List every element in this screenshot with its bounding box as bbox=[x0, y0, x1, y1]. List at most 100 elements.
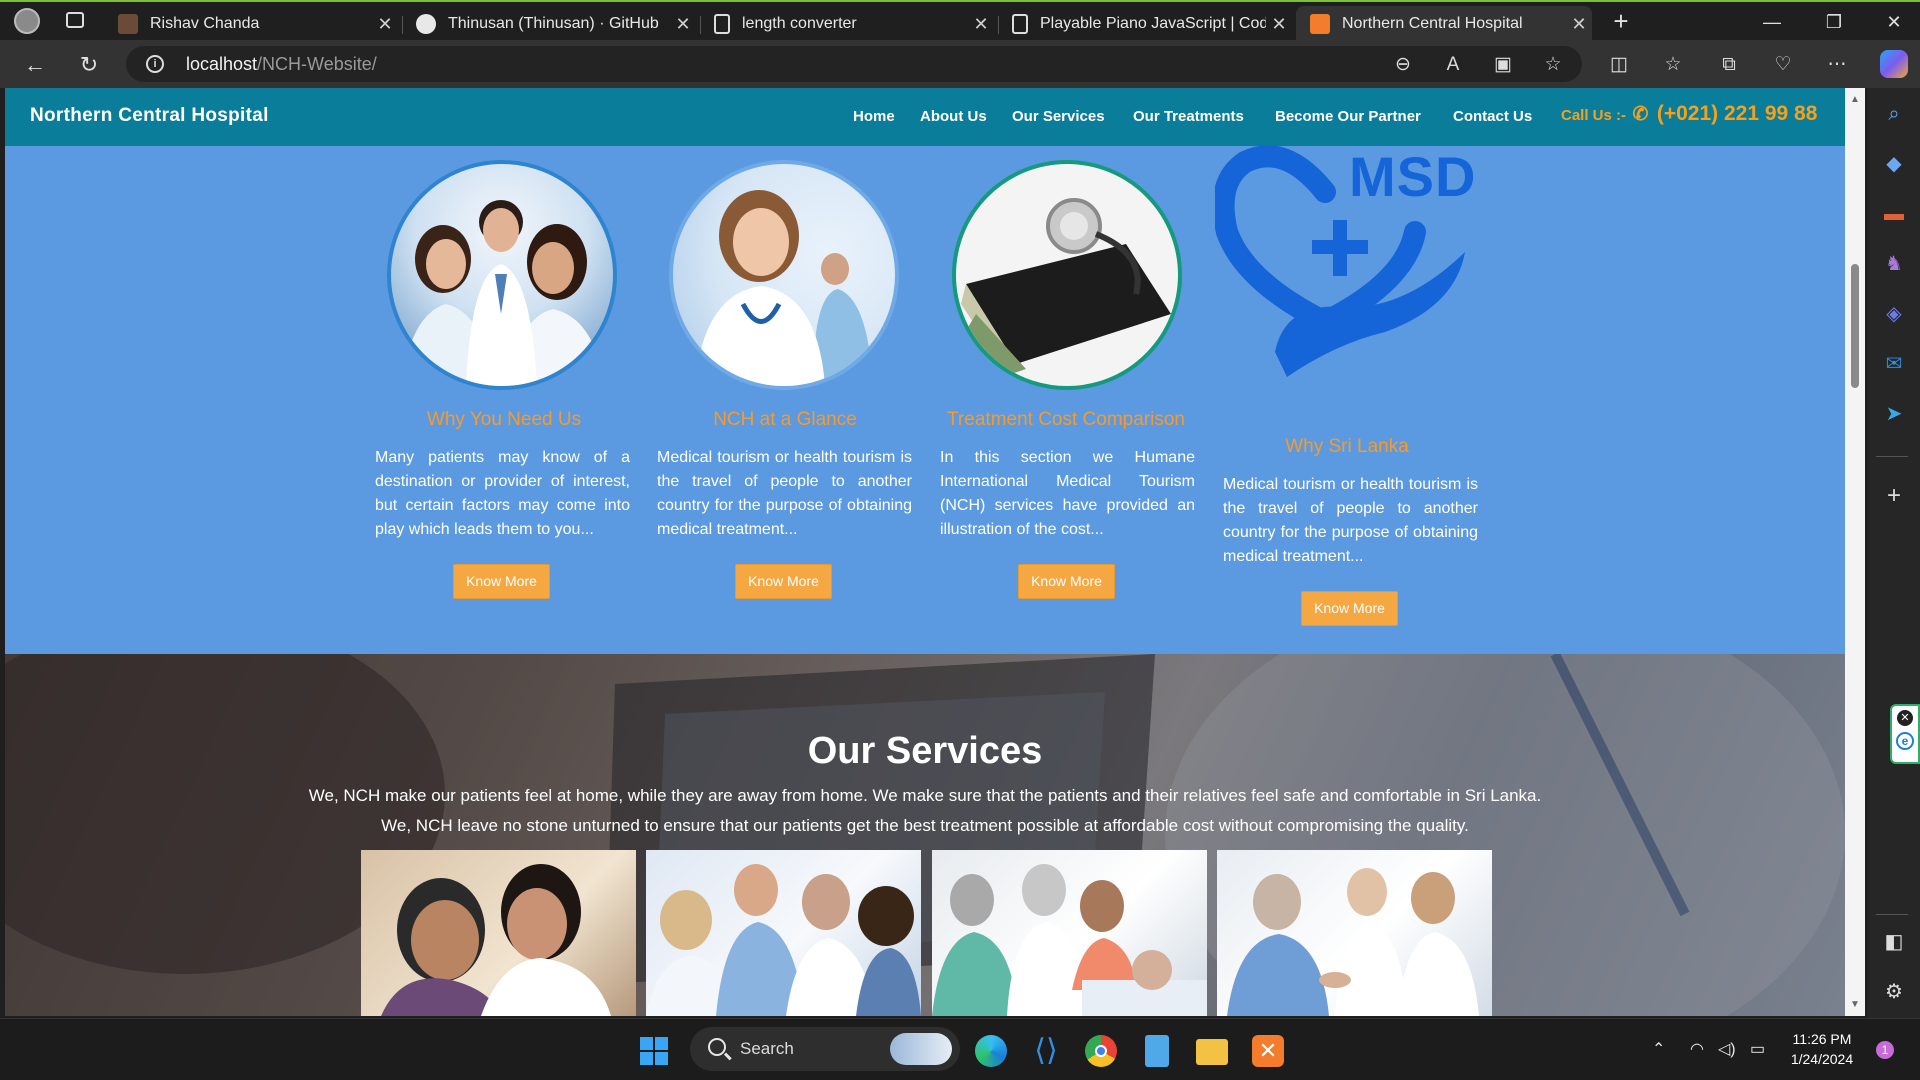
card-title[interactable]: NCH at a Glance bbox=[628, 409, 942, 431]
call-us-number: (+021) 221 99 88 bbox=[1656, 102, 1818, 125]
close-window-icon[interactable]: ✕ bbox=[1874, 8, 1914, 36]
new-tab-icon[interactable]: + bbox=[1606, 6, 1636, 36]
taskbar-search[interactable]: Search bbox=[690, 1027, 960, 1071]
search-icon[interactable]: ⌕ bbox=[1880, 100, 1908, 128]
more-menu-icon[interactable]: ⋯ bbox=[1824, 52, 1850, 78]
close-tab-icon[interactable]: ✕ bbox=[1566, 14, 1592, 35]
url-host: localhost bbox=[186, 54, 258, 74]
nav-home[interactable]: Home bbox=[853, 108, 895, 125]
tab-length-converter[interactable]: length converter ✕ bbox=[700, 6, 994, 42]
profile-photo-icon bbox=[118, 14, 138, 34]
page-icon bbox=[1012, 14, 1028, 34]
tools-icon[interactable]: ▬ bbox=[1880, 200, 1908, 228]
xampp-icon bbox=[1310, 14, 1330, 34]
close-tab-icon[interactable]: ✕ bbox=[372, 14, 398, 35]
edge-e-icon[interactable]: e bbox=[1896, 732, 1914, 750]
site-brand[interactable]: Northern Central Hospital bbox=[30, 105, 269, 127]
call-us[interactable]: Call Us :- ✆ (+021) 221 99 88 bbox=[1561, 102, 1817, 126]
windows-start-icon[interactable] bbox=[640, 1037, 668, 1065]
refresh-icon[interactable]: ↻ bbox=[74, 50, 104, 80]
know-more-button[interactable]: Know More bbox=[1018, 564, 1115, 599]
shopping-tag-icon[interactable]: ◆ bbox=[1880, 150, 1908, 178]
scrollbar-thumb[interactable] bbox=[1851, 264, 1859, 388]
tab-title: Thinusan (Thinusan) · GitHub bbox=[448, 15, 659, 32]
favorites-icon[interactable]: ☆ bbox=[1660, 52, 1686, 78]
close-circle-icon[interactable]: ✕ bbox=[1897, 710, 1913, 726]
know-more-button[interactable]: Know More bbox=[453, 564, 550, 599]
close-tab-icon[interactable]: ✕ bbox=[1266, 14, 1292, 35]
games-icon[interactable]: ♞ bbox=[1880, 250, 1908, 278]
site-info-icon[interactable]: i bbox=[146, 55, 164, 73]
clock-time: 11:26 PM bbox=[1792, 1031, 1852, 1047]
split-screen-icon[interactable]: ◫ bbox=[1606, 52, 1632, 78]
tab-piano[interactable]: Playable Piano JavaScript | Codin ✕ bbox=[998, 6, 1292, 42]
scroll-up-icon[interactable]: ▲ bbox=[1850, 94, 1860, 105]
clock-date: 1/24/2024 bbox=[1790, 1051, 1854, 1067]
web-page: Northern Central Hospital Home About Us … bbox=[5, 88, 1845, 1016]
minimize-icon[interactable]: — bbox=[1752, 8, 1792, 36]
know-more-button[interactable]: Know More bbox=[735, 564, 832, 599]
close-tab-icon[interactable]: ✕ bbox=[968, 14, 994, 35]
tab-github[interactable]: Thinusan (Thinusan) · GitHub ✕ bbox=[402, 6, 696, 42]
browser-tab-bar: Rishav Chanda ✕ Thinusan (Thinusan) · Gi… bbox=[0, 0, 1920, 42]
nav-become-our-partner[interactable]: Become Our Partner bbox=[1275, 108, 1421, 125]
page-scrollbar[interactable]: ▲ ▼ bbox=[1845, 88, 1865, 1016]
add-icon[interactable]: + bbox=[1880, 482, 1908, 510]
address-bar[interactable]: i localhost/NCH-Website/ bbox=[126, 46, 1582, 82]
xampp-taskbar-icon[interactable]: ✕ bbox=[1252, 1035, 1284, 1067]
search-icon bbox=[708, 1038, 726, 1056]
card-title[interactable]: Why Sri Lanka bbox=[1190, 436, 1504, 458]
show-hidden-icons-icon[interactable]: ⌃ bbox=[1652, 1039, 1665, 1059]
card-title[interactable]: Why You Need Us bbox=[347, 409, 661, 431]
taskbar-search-label: Search bbox=[740, 1039, 794, 1058]
chrome-icon[interactable] bbox=[1085, 1035, 1117, 1067]
close-tab-icon[interactable]: ✕ bbox=[670, 14, 696, 35]
our-services-section: Our Services We, NCH make our patients f… bbox=[5, 654, 1845, 1016]
female-doctor-illustration bbox=[695, 190, 873, 386]
know-more-button[interactable]: Know More bbox=[1301, 591, 1398, 626]
card-description: In this section we Humane International … bbox=[940, 449, 1195, 538]
page-icon bbox=[714, 14, 730, 34]
wifi-icon[interactable]: ◠ bbox=[1690, 1039, 1704, 1059]
vscode-icon[interactable]: ⟨⟩ bbox=[1030, 1035, 1062, 1067]
browser-essentials-icon[interactable]: ♡ bbox=[1770, 52, 1796, 78]
favorite-star-icon[interactable]: ☆ bbox=[1540, 52, 1566, 78]
card-title[interactable]: Treatment Cost Comparison bbox=[909, 409, 1223, 431]
nav-our-services[interactable]: Our Services bbox=[1012, 108, 1105, 125]
edge-taskbar-icon[interactable] bbox=[975, 1035, 1007, 1067]
hide-sidebar-icon[interactable]: ◧ bbox=[1880, 928, 1908, 956]
file-explorer-icon[interactable] bbox=[1196, 1039, 1228, 1065]
taskbar-clock[interactable]: 11:26 PM 1/24/2024 bbox=[1784, 1029, 1860, 1069]
url-text[interactable]: localhost/NCH-Website/ bbox=[186, 54, 377, 75]
settings-gear-icon[interactable]: ⚙ bbox=[1880, 978, 1908, 1006]
nav-our-treatments[interactable]: Our Treatments bbox=[1133, 108, 1244, 125]
scroll-down-icon[interactable]: ▼ bbox=[1850, 999, 1860, 1010]
url-path: /NCH-Website/ bbox=[257, 54, 377, 74]
doctors-bedside-illustration bbox=[932, 864, 1207, 1016]
collections-icon[interactable]: ⧉ bbox=[1716, 52, 1742, 78]
tab-northern-central-hospital[interactable]: Northern Central Hospital ✕ bbox=[1296, 6, 1592, 42]
nav-contact-us[interactable]: Contact Us bbox=[1453, 108, 1532, 125]
outlook-icon[interactable]: ✉ bbox=[1880, 350, 1908, 378]
send-icon[interactable]: ➤ bbox=[1880, 400, 1908, 428]
phone-icon: ✆ bbox=[1632, 104, 1649, 125]
tab-actions-icon[interactable] bbox=[66, 12, 84, 28]
doctors-meeting-illustration bbox=[646, 864, 921, 1016]
battery-icon[interactable]: ▭ bbox=[1750, 1039, 1765, 1059]
read-aloud-icon[interactable]: A bbox=[1440, 52, 1466, 78]
back-icon[interactable]: ← bbox=[20, 50, 50, 80]
stethoscope-wallet-illustration bbox=[961, 198, 1171, 379]
profile-avatar[interactable] bbox=[14, 8, 40, 34]
volume-icon[interactable]: ◁) bbox=[1718, 1039, 1736, 1059]
notepad-icon[interactable] bbox=[1145, 1035, 1169, 1067]
copilot-icon[interactable] bbox=[1880, 50, 1908, 78]
immersive-reader-icon[interactable]: ▣ bbox=[1490, 52, 1516, 78]
floating-widget[interactable]: ✕ e bbox=[1890, 704, 1920, 764]
tab-title: Rishav Chanda bbox=[150, 15, 260, 32]
nav-about-us[interactable]: About Us bbox=[920, 108, 987, 125]
notification-badge[interactable]: 1 bbox=[1876, 1041, 1894, 1059]
restore-icon[interactable]: ❐ bbox=[1814, 8, 1854, 36]
microsoft-365-icon[interactable]: ◈ bbox=[1880, 300, 1908, 328]
tab-rishav[interactable]: Rishav Chanda ✕ bbox=[104, 6, 398, 42]
zoom-out-icon[interactable]: ⊖ bbox=[1390, 52, 1416, 78]
